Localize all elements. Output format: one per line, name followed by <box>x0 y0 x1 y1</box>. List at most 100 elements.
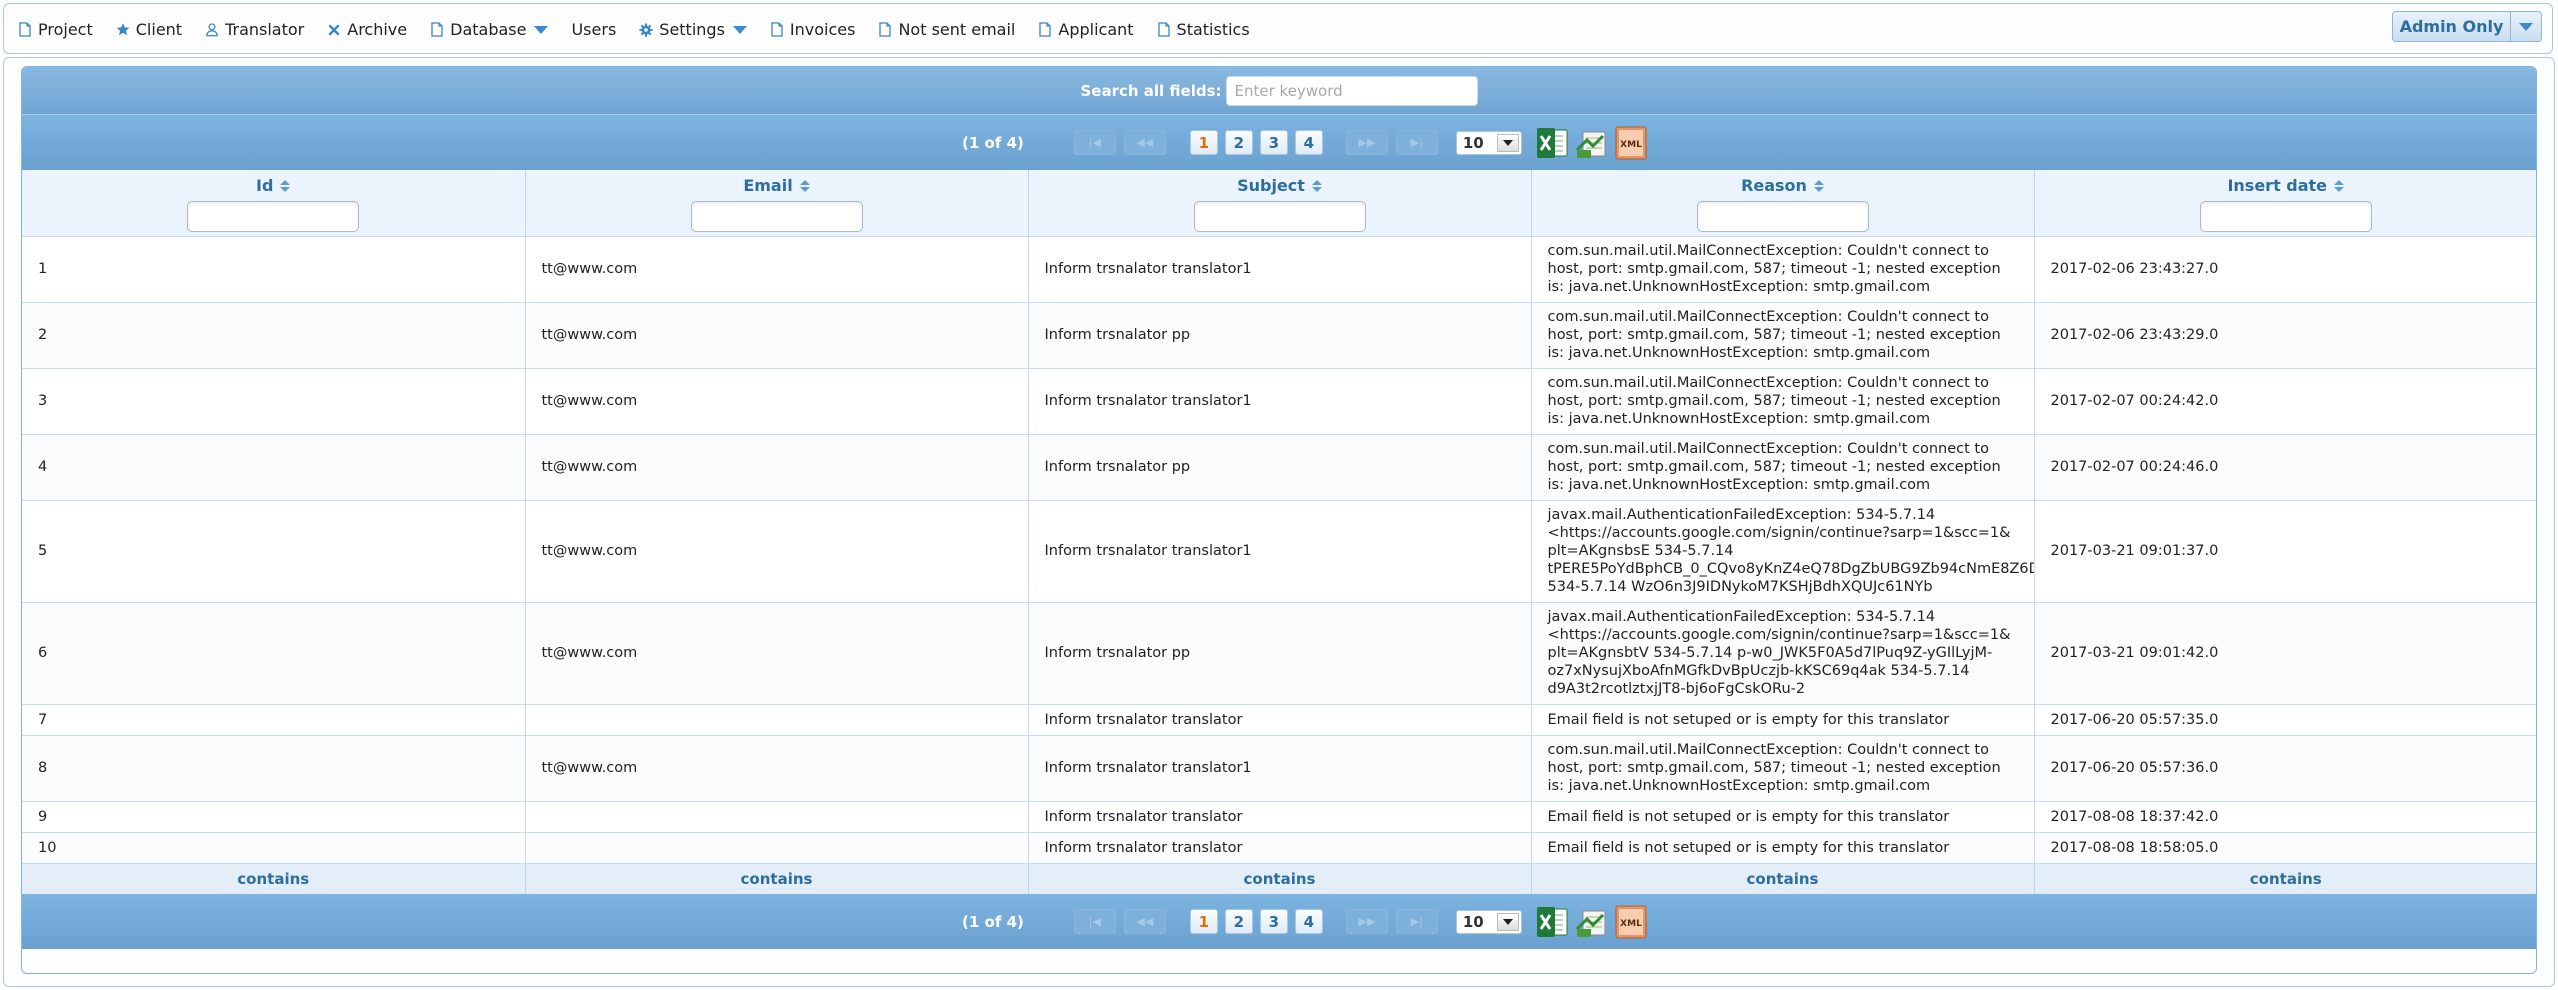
menu-item-invoices[interactable]: Invoices <box>770 20 855 39</box>
column-filter-id[interactable] <box>187 201 360 232</box>
prev-page-button[interactable]: ◀◀ <box>1123 909 1166 934</box>
rows-per-page-dropdown[interactable] <box>1496 133 1519 152</box>
cell-insert-date: 2017-06-20 05:57:36.0 <box>2034 734 2536 801</box>
menu-item-label: Statistics <box>1176 20 1250 39</box>
footer-filter-mode-email[interactable]: contains <box>525 862 1029 894</box>
page-button-1[interactable]: 1 <box>1189 909 1218 934</box>
sort-icon[interactable] <box>1311 179 1322 192</box>
not-sent-email-table: Search all fields: (1 of 4)|◀◀◀1234▶▶▶|1… <box>21 66 2537 974</box>
csv-export-icon[interactable] <box>1575 126 1609 160</box>
sort-down-icon <box>280 186 291 192</box>
user-icon <box>205 22 219 38</box>
last-page-button[interactable]: ▶| <box>1395 909 1438 934</box>
footer-filter-mode-reason[interactable]: contains <box>1531 862 2035 894</box>
reason-line: host, port: smtp.gmail.com, 587; timeout… <box>1547 393 2001 409</box>
excel-export-icon[interactable] <box>1536 126 1570 160</box>
xml-export-icon[interactable]: XML <box>1614 905 1648 939</box>
column-header-id[interactable]: Id <box>22 170 526 236</box>
menu-item-translator[interactable]: Translator <box>205 20 304 39</box>
rows-per-page-select[interactable]: 10 <box>1455 130 1522 155</box>
next-page-button[interactable]: ▶▶ <box>1345 909 1388 934</box>
menu-item-users[interactable]: Users <box>571 20 616 39</box>
rows-per-page-dropdown[interactable] <box>1496 912 1519 931</box>
column-header-subject[interactable]: Subject <box>1028 170 1532 236</box>
column-filter-email[interactable] <box>690 201 863 232</box>
global-search-input[interactable] <box>1225 75 1478 106</box>
column-header-reason[interactable]: Reason <box>1531 170 2035 236</box>
first-page-button[interactable]: |◀ <box>1073 909 1116 934</box>
next-page-button[interactable]: ▶▶ <box>1345 130 1388 155</box>
table-row[interactable]: 1 tt@www.com Inform trsnalator translator1… <box>22 235 2536 302</box>
table-row[interactable]: 4 tt@www.com Inform trsnalator pp com.sun.m… <box>22 433 2536 500</box>
footer-filter-mode-subject[interactable]: contains <box>1028 862 1532 894</box>
chevron-down-icon <box>1502 918 1513 925</box>
column-header-email[interactable]: Email <box>525 170 1029 236</box>
column-filter-reason[interactable] <box>1696 201 1869 232</box>
page-button-3[interactable]: 3 <box>1259 130 1288 155</box>
table-row[interactable]: 2 tt@www.com Inform trsnalator pp com.sun.m… <box>22 301 2536 368</box>
cell-id: 4 <box>22 433 526 500</box>
menu-item-statistics[interactable]: Statistics <box>1157 20 1250 39</box>
page-status: (1 of 4) <box>962 133 1024 152</box>
menu-item-project[interactable]: Project <box>18 20 93 39</box>
reason-line: d9A3t2rcotlztxjJT8-bj6oFgCskORu-2 <box>1547 681 1806 697</box>
cell-email: tt@www.com <box>525 601 1029 704</box>
table-row[interactable]: 6 tt@www.com Inform trsnalator pp javax.mai… <box>22 601 2536 704</box>
page-button-1[interactable]: 1 <box>1189 130 1218 155</box>
table-row[interactable]: 9 Inform trsnalator translator Email field… <box>22 800 2536 832</box>
cell-email <box>525 831 1029 863</box>
prev-page-button[interactable]: ◀◀ <box>1123 130 1166 155</box>
table-row[interactable]: 10 Inform trsnalator translator Email fiel… <box>22 831 2536 863</box>
page-button-3[interactable]: 3 <box>1259 909 1288 934</box>
close-x-icon <box>327 22 341 38</box>
menu-item-database[interactable]: Database <box>430 20 549 39</box>
sort-up-icon <box>1311 179 1322 185</box>
admin-only-button[interactable]: Admin Only <box>2392 11 2542 42</box>
column-header-insert-date[interactable]: Insert date <box>2034 170 2536 236</box>
admin-dropdown-toggle[interactable] <box>2511 22 2541 31</box>
menu-item-settings[interactable]: Settings <box>639 20 747 39</box>
table-row[interactable]: 3 tt@www.com Inform trsnalator translator1… <box>22 367 2536 434</box>
cell-id: 1 <box>22 235 526 302</box>
table-row[interactable]: 7 Inform trsnalator translator Email field… <box>22 703 2536 735</box>
cell-insert-date: 2017-03-21 09:01:42.0 <box>2034 601 2536 704</box>
cell-subject: Inform trsnalator translator1 <box>1028 499 1532 602</box>
reason-line: Email field is not setuped or is empty f… <box>1547 839 1950 856</box>
menu-item-applicant[interactable]: Applicant <box>1038 20 1134 39</box>
cell-id: 7 <box>22 703 526 735</box>
rows-per-page-value: 10 <box>1462 912 1484 931</box>
reason-line: com.sun.mail.util.MailConnectException: … <box>1547 309 1989 325</box>
sort-icon[interactable] <box>799 179 810 192</box>
page-button-4[interactable]: 4 <box>1294 130 1323 155</box>
menu-item-client[interactable]: Client <box>116 20 182 39</box>
menu-item-label: Project <box>38 20 93 39</box>
footer-filter-mode-id[interactable]: contains <box>22 862 526 894</box>
csv-export-icon[interactable] <box>1575 905 1609 939</box>
cell-subject: Inform trsnalator translator <box>1028 703 1532 735</box>
column-filter-subject[interactable] <box>1193 201 1366 232</box>
reason-line: is: java.net.UnknownHostException: smtp.… <box>1547 477 1931 493</box>
reason-line: com.sun.mail.util.MailConnectException: … <box>1547 742 1989 758</box>
page-button-2[interactable]: 2 <box>1224 130 1253 155</box>
last-page-button[interactable]: ▶| <box>1395 130 1438 155</box>
table-row[interactable]: 8 tt@www.com Inform trsnalator translator1… <box>22 734 2536 801</box>
menu-item-not-sent-email[interactable]: Not sent email <box>878 20 1015 39</box>
cell-reason: Email field is not setuped or is empty f… <box>1531 800 2035 832</box>
page-button-2[interactable]: 2 <box>1224 909 1253 934</box>
sort-icon[interactable] <box>280 179 291 192</box>
sort-up-icon <box>799 179 810 185</box>
menu-item-label: Database <box>450 20 527 39</box>
menu-item-label: Not sent email <box>898 20 1016 39</box>
table-row[interactable]: 5 tt@www.com Inform trsnalator translator1… <box>22 499 2536 602</box>
cell-insert-date: 2017-08-08 18:37:42.0 <box>2034 800 2536 832</box>
rows-per-page-select[interactable]: 10 <box>1455 909 1522 934</box>
footer-filter-mode-insert-date[interactable]: contains <box>2034 862 2536 894</box>
sort-icon[interactable] <box>2334 179 2345 192</box>
xml-export-icon[interactable]: XML <box>1614 126 1648 160</box>
menu-item-archive[interactable]: Archive <box>327 20 407 39</box>
column-filter-insert-date[interactable] <box>2199 201 2372 232</box>
page-button-4[interactable]: 4 <box>1294 909 1323 934</box>
excel-export-icon[interactable] <box>1536 905 1570 939</box>
first-page-button[interactable]: |◀ <box>1073 130 1116 155</box>
sort-icon[interactable] <box>1813 179 1824 192</box>
